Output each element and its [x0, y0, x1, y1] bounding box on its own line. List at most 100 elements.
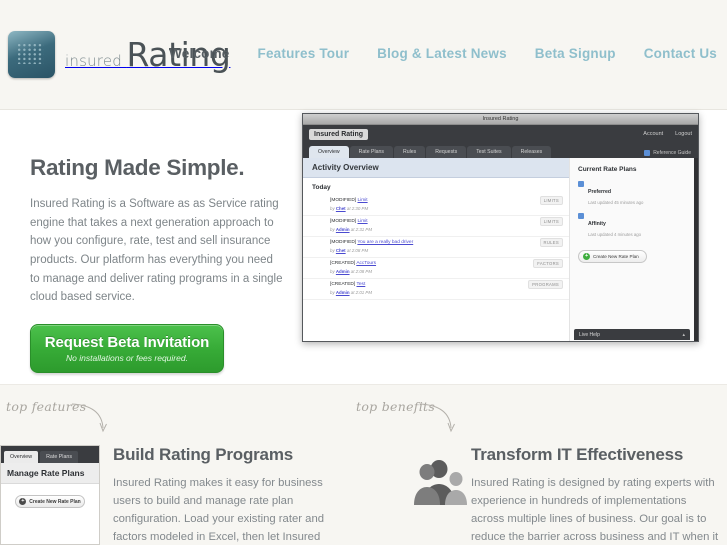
feature-title-build-rating-programs: Build Rating Programs	[113, 445, 293, 464]
nav-item-contact-us[interactable]: Contact Us	[644, 46, 717, 61]
app-logout-link[interactable]: Logout	[675, 131, 692, 137]
activity-item-link[interactable]: You are a really bad driver	[357, 240, 413, 245]
nav-item-beta-signup[interactable]: Beta Signup	[535, 46, 616, 61]
benefit-title-transform-it-effectiveness: Transform IT Effectiveness	[471, 445, 684, 464]
benefit-paragraph-transform-it-effectiveness: Insured Rating is designed by rating exp…	[471, 477, 719, 544]
app-activity-banner: Activity Overview	[303, 158, 569, 178]
rate-plan-icon	[578, 181, 584, 187]
activity-by-prefix: by	[330, 227, 335, 232]
people-group-icon	[414, 460, 467, 505]
activity-user-link[interactable]: Admin	[336, 269, 350, 274]
app-tab-overview[interactable]: Overview	[309, 146, 349, 158]
app-topbar: Insured Rating Account Logout	[303, 125, 698, 145]
activity-action: [MODIFIED]	[330, 240, 357, 245]
app-reference-guide-link[interactable]: Reference Guide	[644, 150, 691, 156]
rate-plan-item[interactable]: Affinity Last updated 4 minutes ago	[570, 212, 694, 244]
nav-item-welcome[interactable]: Welcome	[169, 46, 229, 61]
activity-by-prefix: by	[330, 248, 335, 253]
activity-row[interactable]: [CREATED] AccTours by Admin at 2:08 PM F…	[303, 258, 569, 279]
activity-time: at 2:08 PM	[350, 269, 373, 274]
rate-plan-name: Preferred	[588, 189, 612, 195]
rate-plans-thumbnail: Overview Rate Plans Manage Rate Plans + …	[0, 445, 100, 545]
activity-item-link[interactable]: Limit	[357, 198, 367, 203]
activity-row[interactable]: [MODIFIED] Limit by Chet at 2:30 PM LIMI…	[303, 195, 569, 216]
activity-tag: FACTORS	[533, 259, 563, 268]
book-icon	[644, 150, 651, 156]
feature-text-block: Build Rating Programs Insured Rating mak…	[113, 445, 353, 545]
activity-by-prefix: by	[330, 290, 335, 295]
activity-tag: LIMITS	[539, 196, 563, 205]
create-new-rate-plan-button[interactable]: + Create New Rate Plan	[578, 250, 647, 263]
hero-copy: Rating Made Simple. Insured Rating is a …	[30, 155, 285, 403]
thumb-create-label: Create New Rate Plan	[29, 498, 81, 505]
site-header: insured Rating Welcome Features Tour Blo…	[0, 0, 727, 110]
activity-item-link[interactable]: Limit	[357, 219, 367, 224]
app-activity-panel: Activity Overview Today [MODIFIED] Limit…	[303, 158, 569, 341]
thumb-tab-rate-plans[interactable]: Rate Plans	[40, 451, 78, 463]
activity-user-link[interactable]: Admin	[336, 227, 350, 232]
hero-paragraph: Insured Rating is a Software as as Servi…	[30, 198, 283, 304]
benefit-text-block: Transform IT Effectiveness Insured Ratin…	[471, 445, 721, 545]
chevron-up-icon: ▴	[682, 331, 685, 338]
activity-user-link[interactable]: Admin	[336, 290, 350, 295]
app-activity-daygroup: Today	[312, 184, 331, 191]
main-navigation: Welcome Features Tour Blog & Latest News…	[169, 46, 717, 61]
app-screenshot-preview: Insured Rating Insured Rating Account Lo…	[302, 113, 699, 342]
activity-user-link[interactable]: Chet	[336, 248, 346, 253]
cta-secondary-label: No installations or fees required.	[66, 352, 188, 363]
activity-time: at 2:31 PM	[350, 227, 373, 232]
app-window-titlebar: Insured Rating	[303, 114, 698, 125]
app-body: Activity Overview Today [MODIFIED] Limit…	[303, 158, 698, 341]
thumb-tab-bar: Overview Rate Plans	[1, 446, 99, 463]
insured-rating-logo-icon	[8, 31, 55, 78]
activity-time: at 2:30 PM	[346, 206, 369, 211]
plus-circle-icon: +	[19, 498, 27, 505]
create-new-rate-plan-label: Create New Rate Plan	[593, 254, 639, 259]
app-tab-test-suites[interactable]: Test Suites	[467, 146, 511, 158]
plus-circle-icon: +	[583, 253, 590, 260]
activity-tag: RULES	[539, 238, 563, 247]
activity-time: at 2:08 PM	[346, 248, 369, 253]
activity-by-prefix: by	[330, 269, 335, 274]
request-beta-invitation-button[interactable]: Request Beta Invitation No installations…	[30, 323, 224, 373]
activity-time: at 2:01 PM	[350, 290, 373, 295]
nav-item-features-tour[interactable]: Features Tour	[258, 46, 350, 61]
activity-item-link[interactable]: Test	[356, 282, 365, 287]
rate-plan-meta: Last updated 4 minutes ago	[588, 232, 642, 237]
brand-subtitle: insured	[65, 52, 122, 70]
thumb-tab-overview[interactable]: Overview	[4, 451, 39, 463]
thumb-create-new-rate-plan-button[interactable]: + Create New Rate Plan	[15, 495, 85, 508]
live-help-bar[interactable]: Live Help ▴	[574, 329, 690, 340]
nav-item-blog-latest-news[interactable]: Blog & Latest News	[377, 46, 507, 61]
activity-row[interactable]: [MODIFIED] Limit by Admin at 2:31 PM LIM…	[303, 216, 569, 237]
activity-action: [MODIFIED]	[330, 219, 357, 224]
activity-item-link[interactable]: AccTours	[356, 261, 376, 266]
rate-plan-icon	[578, 213, 584, 219]
top-features-arrow-icon	[71, 403, 107, 433]
activity-user-link[interactable]: Chet	[336, 206, 346, 211]
activity-action: [CREATED]	[330, 282, 356, 287]
activity-action: [CREATED]	[330, 261, 356, 266]
app-tab-rules[interactable]: Rules	[394, 146, 426, 158]
activity-row[interactable]: [CREATED] Test by Admin at 2:01 PM PROGR…	[303, 279, 569, 300]
rate-plan-meta: Last updated 45 minutes ago	[588, 200, 644, 205]
features-benefits-strip: top features top benefits Overview Rate …	[0, 385, 727, 545]
app-tab-bar: Overview Rate Plans Rules Requests Test …	[303, 145, 698, 158]
app-tab-releases[interactable]: Releases	[511, 146, 552, 158]
app-tab-requests[interactable]: Requests	[426, 146, 467, 158]
top-benefits-arrow-icon	[419, 403, 455, 433]
rate-plan-name: Affinity	[588, 221, 606, 227]
activity-by-prefix: by	[330, 206, 335, 211]
activity-tag: LIMITS	[539, 217, 563, 226]
app-account-link[interactable]: Account	[643, 131, 663, 137]
app-rate-plans-title: Current Rate Plans	[578, 166, 637, 173]
activity-row[interactable]: [MODIFIED] You are a really bad driver b…	[303, 237, 569, 258]
app-rate-plans-panel: Current Rate Plans Preferred Last update…	[569, 158, 694, 341]
cta-primary-label: Request Beta Invitation	[44, 333, 210, 351]
live-help-label: Live Help	[579, 331, 600, 338]
rate-plan-item[interactable]: Preferred Last updated 45 minutes ago	[570, 180, 694, 212]
hero-title: Rating Made Simple.	[30, 155, 245, 180]
app-tab-rate-plans[interactable]: Rate Plans	[349, 146, 394, 158]
app-reference-guide-label: Reference Guide	[653, 150, 691, 156]
hero-section: Rating Made Simple. Insured Rating is a …	[0, 110, 727, 401]
